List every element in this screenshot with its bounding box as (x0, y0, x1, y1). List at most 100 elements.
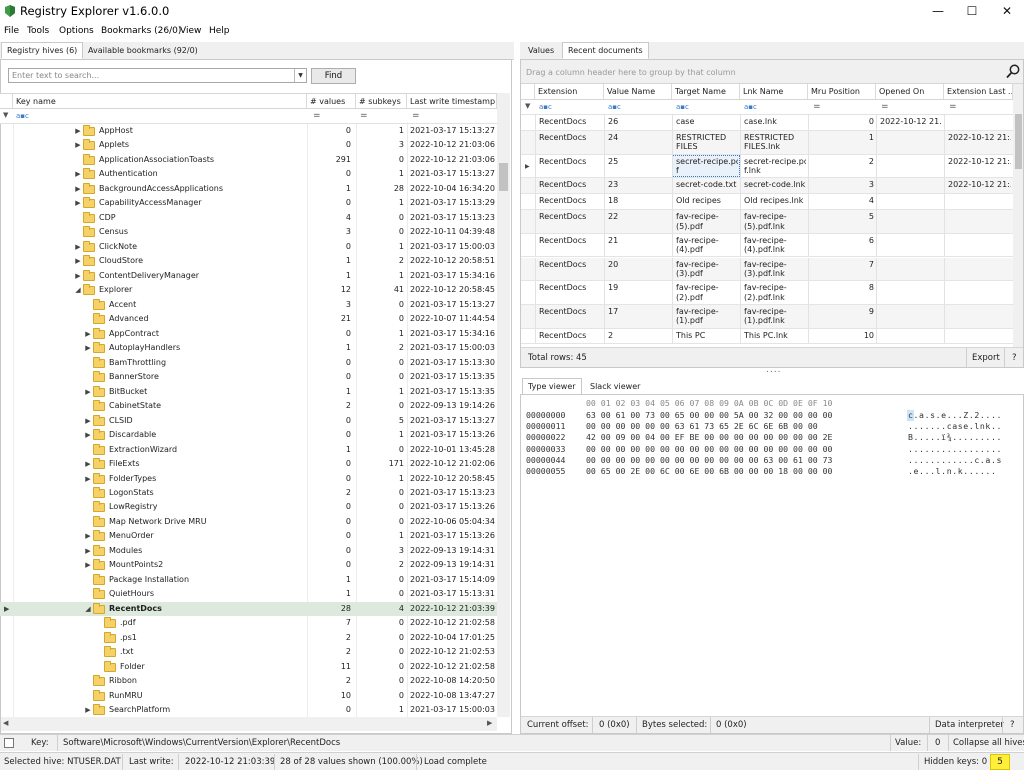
tree-row[interactable]: ◢ RecentDocs 28 4 2022-10-12 21:03:39 (0, 601, 497, 617)
minimize-icon[interactable]: — (921, 0, 955, 24)
hex-ascii[interactable]: B.....ï¾......... (908, 432, 1002, 442)
splitter-handle[interactable]: .... (766, 365, 781, 375)
filter-icon[interactable]: ▼ (3, 111, 8, 119)
tree-hscrollbar[interactable]: ◀ ▶ (1, 717, 497, 731)
data-interpreter-button[interactable]: Data interpreter (935, 720, 1004, 730)
search-dropdown-icon[interactable]: ▼ (294, 69, 306, 82)
scroll-left-icon[interactable]: ◀ (3, 719, 8, 727)
scroll-right-icon[interactable]: ▶ (487, 719, 492, 727)
search-icon[interactable] (1006, 64, 1020, 79)
tree-row[interactable]: ▶ AppHost 0 1 2021-03-17 15:13:27 (0, 124, 497, 139)
menu-bookmarks[interactable]: Bookmarks (26/0) (101, 26, 181, 36)
expand-icon[interactable]: ▶ (74, 138, 82, 152)
tree-row[interactable]: ◢ Explorer 12 41 2022-10-12 20:58:45 (0, 283, 497, 298)
docs-row[interactable]: RecentDocs 23 secret-code.txt secret-code.l… (521, 178, 1013, 195)
tree-row[interactable]: ▶ BitBucket 1 1 2021-03-17 15:13:35 (0, 385, 497, 400)
hex-bytes[interactable]: 00 00 00 00 00 00 00 00 00 00 00 00 63 0… (586, 455, 832, 465)
col-lnk-name[interactable]: Lnk Name (740, 84, 808, 99)
expand-icon[interactable]: ▶ (74, 182, 82, 196)
tree-row[interactable]: ▶ AutoplayHandlers 1 2 2021-03-17 15:00:03 (0, 341, 497, 356)
tree-row[interactable]: QuietHours 1 0 2021-03-17 15:13:31 (0, 587, 497, 602)
tree-row[interactable]: Folder 11 0 2022-10-12 21:02:58 (0, 660, 497, 675)
col-values[interactable]: # values (307, 94, 356, 108)
hex-dump[interactable]: 00000000 63 00 61 00 73 00 65 00 00 00 5A… (521, 410, 1023, 490)
tree-scrollbar[interactable] (497, 93, 510, 717)
tab-registry-hives[interactable]: Registry hives (6) (1, 42, 84, 59)
group-panel[interactable]: Drag a column header here to group by th… (521, 60, 1023, 84)
expand-icon[interactable]: ▶ (84, 414, 92, 428)
filter-equals-icon[interactable]: = (813, 102, 821, 112)
docs-row[interactable]: RecentDocs 21 fav-recipe- (4).pdf fav-recip… (521, 233, 1013, 258)
tree-row[interactable]: ▶ Modules 0 3 2022-09-13 19:14:31 (0, 544, 497, 559)
tree-row[interactable]: BannerStore 0 0 2021-03-17 15:13:35 (0, 370, 497, 385)
filter-contains-icon[interactable]: a▪c (608, 103, 621, 111)
tree-row[interactable]: ▶ MountPoints2 0 2 2022-09-13 19:14:31 (0, 558, 497, 573)
tree-row[interactable]: ▶ ClickNote 0 1 2021-03-17 15:00:03 (0, 240, 497, 255)
tree-row[interactable]: Package Installation 1 0 2021-03-17 15:14:0… (0, 573, 497, 588)
hex-bytes[interactable]: 63 00 61 00 73 00 65 00 00 00 5A 00 32 0… (586, 410, 832, 420)
menu-file[interactable]: File (4, 26, 19, 36)
tree-row[interactable]: ApplicationAssociationToasts 291 0 2022-10-… (0, 153, 497, 168)
expand-icon[interactable]: ▶ (84, 457, 92, 471)
menu-options[interactable]: Options (59, 26, 94, 36)
collapse-icon[interactable]: ◢ (74, 283, 82, 297)
col-extension-last[interactable]: Extension Last ... (944, 84, 1013, 99)
docs-row[interactable]: RecentDocs 22 fav-recipe- (5).pdf fav-recip… (521, 210, 1013, 234)
tree-row[interactable]: ▶ FolderTypes 0 1 2022-10-12 20:58:45 (0, 472, 497, 487)
hex-ascii[interactable]: c.a.s.e...Z.2.... (908, 410, 1002, 420)
notification-badge[interactable]: 5 (990, 754, 1010, 770)
tree-row[interactable]: Census 3 0 2022-10-11 04:39:48 (0, 225, 497, 240)
expand-icon[interactable]: ▶ (84, 529, 92, 543)
hex-ascii[interactable]: .e...l.n.k...... (908, 466, 996, 476)
maximize-icon[interactable]: ☐ (955, 0, 989, 24)
help-button[interactable]: ? (1012, 353, 1017, 363)
tree-row[interactable]: .txt 2 0 2022-10-12 21:02:53 (0, 645, 497, 660)
tree-scrollbar-thumb[interactable] (499, 163, 508, 191)
filter-contains-icon[interactable]: a▪c (676, 103, 689, 111)
docs-row[interactable]: RecentDocs 18 Old recipes Old recipes.lnk 4 (521, 194, 1013, 211)
expand-icon[interactable]: ▶ (84, 558, 92, 572)
expand-icon[interactable]: ▶ (84, 385, 92, 399)
filter-icon[interactable]: ▼ (525, 102, 530, 110)
tab-type-viewer[interactable]: Type viewer (522, 378, 582, 395)
hex-ascii[interactable]: ................. (908, 444, 1002, 454)
tree-row[interactable]: ▶ Authentication 0 1 2021-03-17 15:13:27 (0, 167, 497, 182)
filter-equals-icon[interactable]: = (881, 102, 889, 112)
col-last-write[interactable]: Last write timestamp (407, 94, 497, 108)
docs-row[interactable]: RecentDocs 26 case case.lnk 0 2022-10-12 21..… (521, 115, 1013, 131)
expand-icon[interactable]: ▶ (74, 167, 82, 181)
tree-row[interactable]: RunMRU 10 0 2022-10-08 13:47:27 (0, 689, 497, 704)
hex-bytes[interactable]: 00 00 00 00 00 00 63 61 73 65 2E 6C 6E 6… (586, 421, 818, 431)
docs-scrollbar-thumb[interactable] (1015, 114, 1022, 169)
filter-contains-icon[interactable]: a▪c (539, 103, 552, 111)
filter-contains-icon[interactable]: a▪c (744, 103, 757, 111)
close-icon[interactable]: ✕ (990, 0, 1024, 24)
expand-icon[interactable]: ▶ (84, 472, 92, 486)
col-extension[interactable]: Extension (535, 84, 604, 99)
tree-row[interactable]: BamThrottling 0 0 2021-03-17 15:13:30 (0, 356, 497, 371)
col-opened-on[interactable]: Opened On (876, 84, 944, 99)
recent-docs-grid[interactable]: RecentDocs 26 case case.lnk 0 2022-10-12 21..… (521, 115, 1013, 347)
col-key-name[interactable]: Key name (13, 94, 307, 108)
key-checkbox[interactable] (4, 738, 14, 748)
tree-row[interactable]: ▶ CLSID 0 5 2021-03-17 15:13:27 (0, 414, 497, 429)
hex-bytes[interactable]: 42 00 09 00 04 00 EF BE 00 00 00 00 00 0… (586, 432, 832, 442)
expand-icon[interactable]: ▶ (74, 240, 82, 254)
docs-row[interactable]: RecentDocs 19 fav-recipe- (2).pdf fav-recip… (521, 281, 1013, 305)
tree-row[interactable]: ▶ ContentDeliveryManager 1 1 2021-03-17 15:3… (0, 269, 497, 284)
menu-help[interactable]: Help (209, 26, 230, 36)
expand-icon[interactable]: ▶ (84, 341, 92, 355)
tree-row[interactable]: ▶ CapabilityAccessManager 0 1 2021-03-17 15:… (0, 196, 497, 211)
tree-row[interactable]: LogonStats 2 0 2021-03-17 15:13:23 (0, 486, 497, 501)
tree-row[interactable]: CabinetState 2 0 2022-09-13 19:14:26 (0, 399, 497, 414)
hex-ascii[interactable]: .......case.lnk.. (908, 421, 1002, 431)
find-button[interactable]: Find (311, 68, 356, 84)
hex-bytes[interactable]: 00 65 00 2E 00 6C 00 6E 00 6B 00 00 00 1… (586, 466, 832, 476)
export-button[interactable]: Export (972, 353, 1000, 363)
filter-equals-icon[interactable]: = (360, 111, 368, 121)
expand-icon[interactable]: ▶ (74, 196, 82, 210)
col-subkeys[interactable]: # subkeys (356, 94, 407, 108)
docs-row[interactable]: RecentDocs 20 fav-recipe- (3).pdf fav-recip… (521, 257, 1013, 282)
registry-tree[interactable]: ▶ AppHost 0 1 2021-03-17 15:13:27 ▶ Applets 0 3 2… (0, 124, 497, 717)
tree-row[interactable]: LowRegistry 0 0 2021-03-17 15:13:26 (0, 500, 497, 515)
